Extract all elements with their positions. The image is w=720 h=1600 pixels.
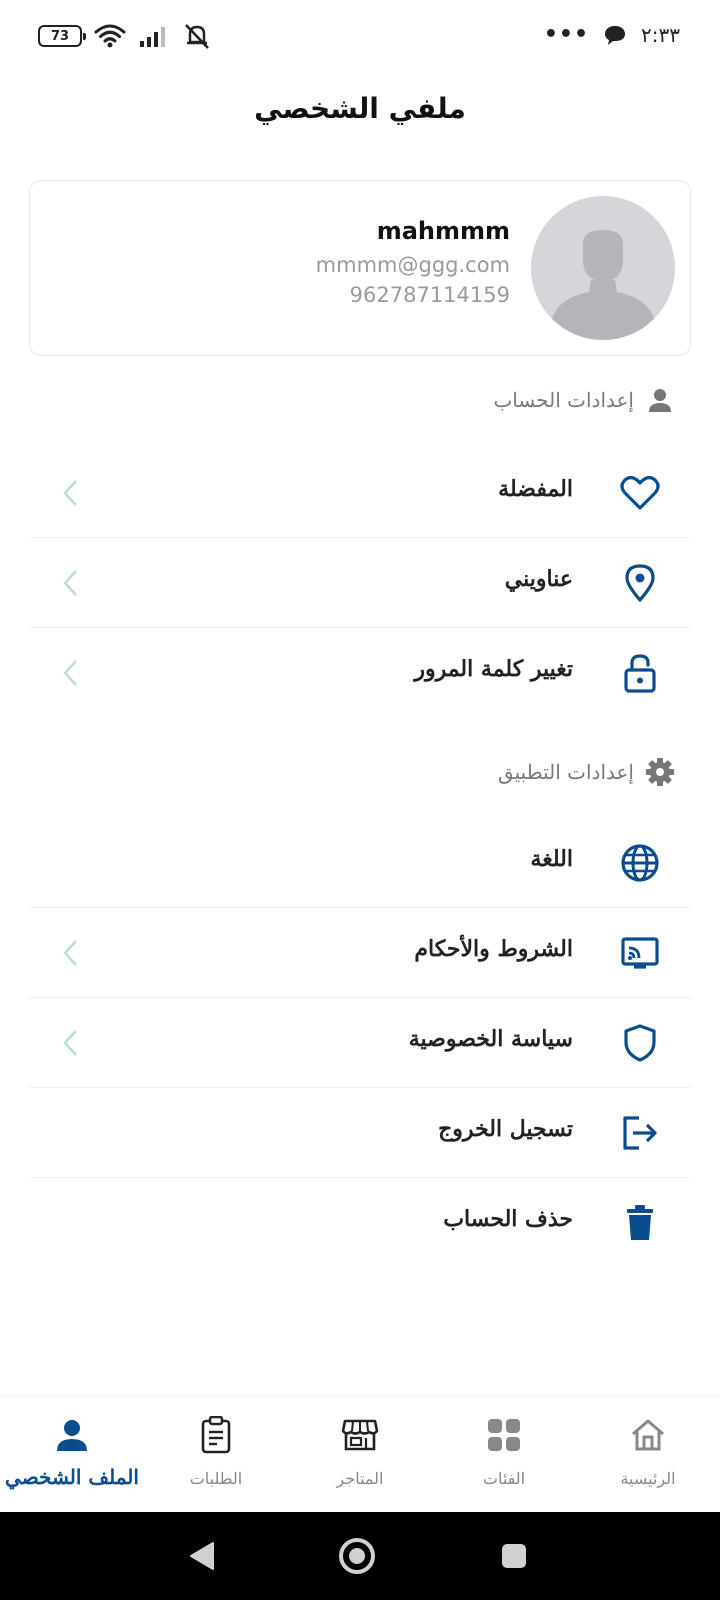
section-account-settings: إعدادات الحساب: [493, 384, 676, 416]
menu-item-delete-account[interactable]: حذف الحساب: [29, 1178, 691, 1268]
chat-bubble-icon: [605, 25, 626, 45]
home-button[interactable]: [335, 1534, 379, 1578]
profile-email: mmmm@ggg.com: [315, 253, 510, 277]
menu-item-label: الشروط والأحكام: [414, 936, 573, 962]
grid-icon: [484, 1415, 524, 1455]
profile-name: mahmmm: [376, 217, 510, 245]
avatar[interactable]: [531, 196, 675, 340]
section-app-settings: إعدادات التطبيق: [498, 756, 676, 788]
menu-item-label: المفضلة: [498, 476, 573, 502]
status-bar: 73 ••• ٢:٣٣: [0, 0, 720, 72]
menu-item-change-password[interactable]: تغيير كلمة المرور: [29, 628, 691, 718]
nav-label: المتاجر: [336, 1469, 384, 1488]
menu-item-label: اللغة: [530, 846, 573, 872]
menu-item-label: عناويني: [504, 566, 573, 592]
section-title: إعدادات الحساب: [493, 388, 634, 412]
system-navigation-bar: [0, 1512, 720, 1600]
menu-item-terms[interactable]: الشروط والأحكام: [29, 908, 691, 998]
muted-bell-icon: [185, 24, 209, 49]
battery-indicator: 73: [38, 25, 86, 47]
recents-square-icon: [502, 1544, 526, 1568]
menu-item-label: تسجيل الخروج: [438, 1116, 573, 1142]
home-icon: [628, 1415, 668, 1455]
cast-icon: [617, 930, 663, 976]
section-title: إعدادات التطبيق: [497, 760, 634, 784]
wifi-icon: [94, 24, 126, 48]
nav-item-categories[interactable]: الفئات: [432, 1397, 576, 1513]
globe-icon: [617, 840, 663, 886]
logout-icon: [617, 1110, 663, 1156]
heart-icon: [617, 470, 663, 516]
nav-label: الفئات: [482, 1469, 526, 1488]
nav-label: الملف الشخصي: [5, 1465, 139, 1489]
nav-item-orders[interactable]: الطلبات: [144, 1397, 288, 1513]
profile-card[interactable]: mahmmm mmmm@ggg.com 962787114159: [29, 180, 691, 356]
chevron-left-icon: [55, 936, 85, 970]
location-pin-icon: [617, 560, 663, 606]
profile-phone: 962787114159: [349, 283, 510, 307]
chevron-left-icon: [55, 656, 85, 690]
signal-icon: [140, 27, 165, 47]
trash-icon: [617, 1200, 663, 1246]
home-circle-icon: [339, 1538, 375, 1574]
nav-item-profile[interactable]: الملف الشخصي: [0, 1397, 144, 1513]
menu-item-logout[interactable]: تسجيل الخروج: [29, 1088, 691, 1178]
gear-icon: [644, 756, 676, 788]
back-button[interactable]: [180, 1534, 224, 1578]
menu-item-label: تغيير كلمة المرور: [414, 656, 573, 682]
nav-label: الطلبات: [189, 1469, 243, 1488]
store-icon: [340, 1415, 380, 1455]
menu-item-language[interactable]: اللغة: [29, 818, 691, 908]
person-icon: [52, 1415, 92, 1455]
chevron-left-icon: [55, 1026, 85, 1060]
back-triangle-icon: [190, 1542, 214, 1570]
shield-icon: [617, 1020, 663, 1066]
chevron-left-icon: [55, 476, 85, 510]
recents-button[interactable]: [492, 1534, 536, 1578]
nav-item-stores[interactable]: المتاجر: [288, 1397, 432, 1513]
person-icon: [644, 384, 676, 416]
menu-item-addresses[interactable]: عناويني: [29, 538, 691, 628]
menu-item-label: حذف الحساب: [443, 1206, 573, 1232]
clock: ٢:٣٣: [641, 22, 680, 47]
chevron-left-icon: [55, 566, 85, 600]
avatar-placeholder-icon: [531, 196, 675, 340]
menu-item-label: سياسة الخصوصية: [408, 1026, 573, 1052]
menu-item-privacy-policy[interactable]: سياسة الخصوصية: [29, 998, 691, 1088]
menu-item-favorites[interactable]: المفضلة: [29, 448, 691, 538]
unlock-icon: [617, 650, 663, 696]
page-title: ملفي الشخصي: [254, 92, 466, 125]
clipboard-icon: [196, 1415, 236, 1455]
nav-item-home[interactable]: الرئيسية: [576, 1397, 720, 1513]
nav-label: الرئيسية: [620, 1469, 676, 1488]
bottom-navigation: الرئيسية الفئات المتاجر الطلبات الملف ال…: [0, 1396, 720, 1512]
overflow-dots: •••: [543, 22, 590, 47]
